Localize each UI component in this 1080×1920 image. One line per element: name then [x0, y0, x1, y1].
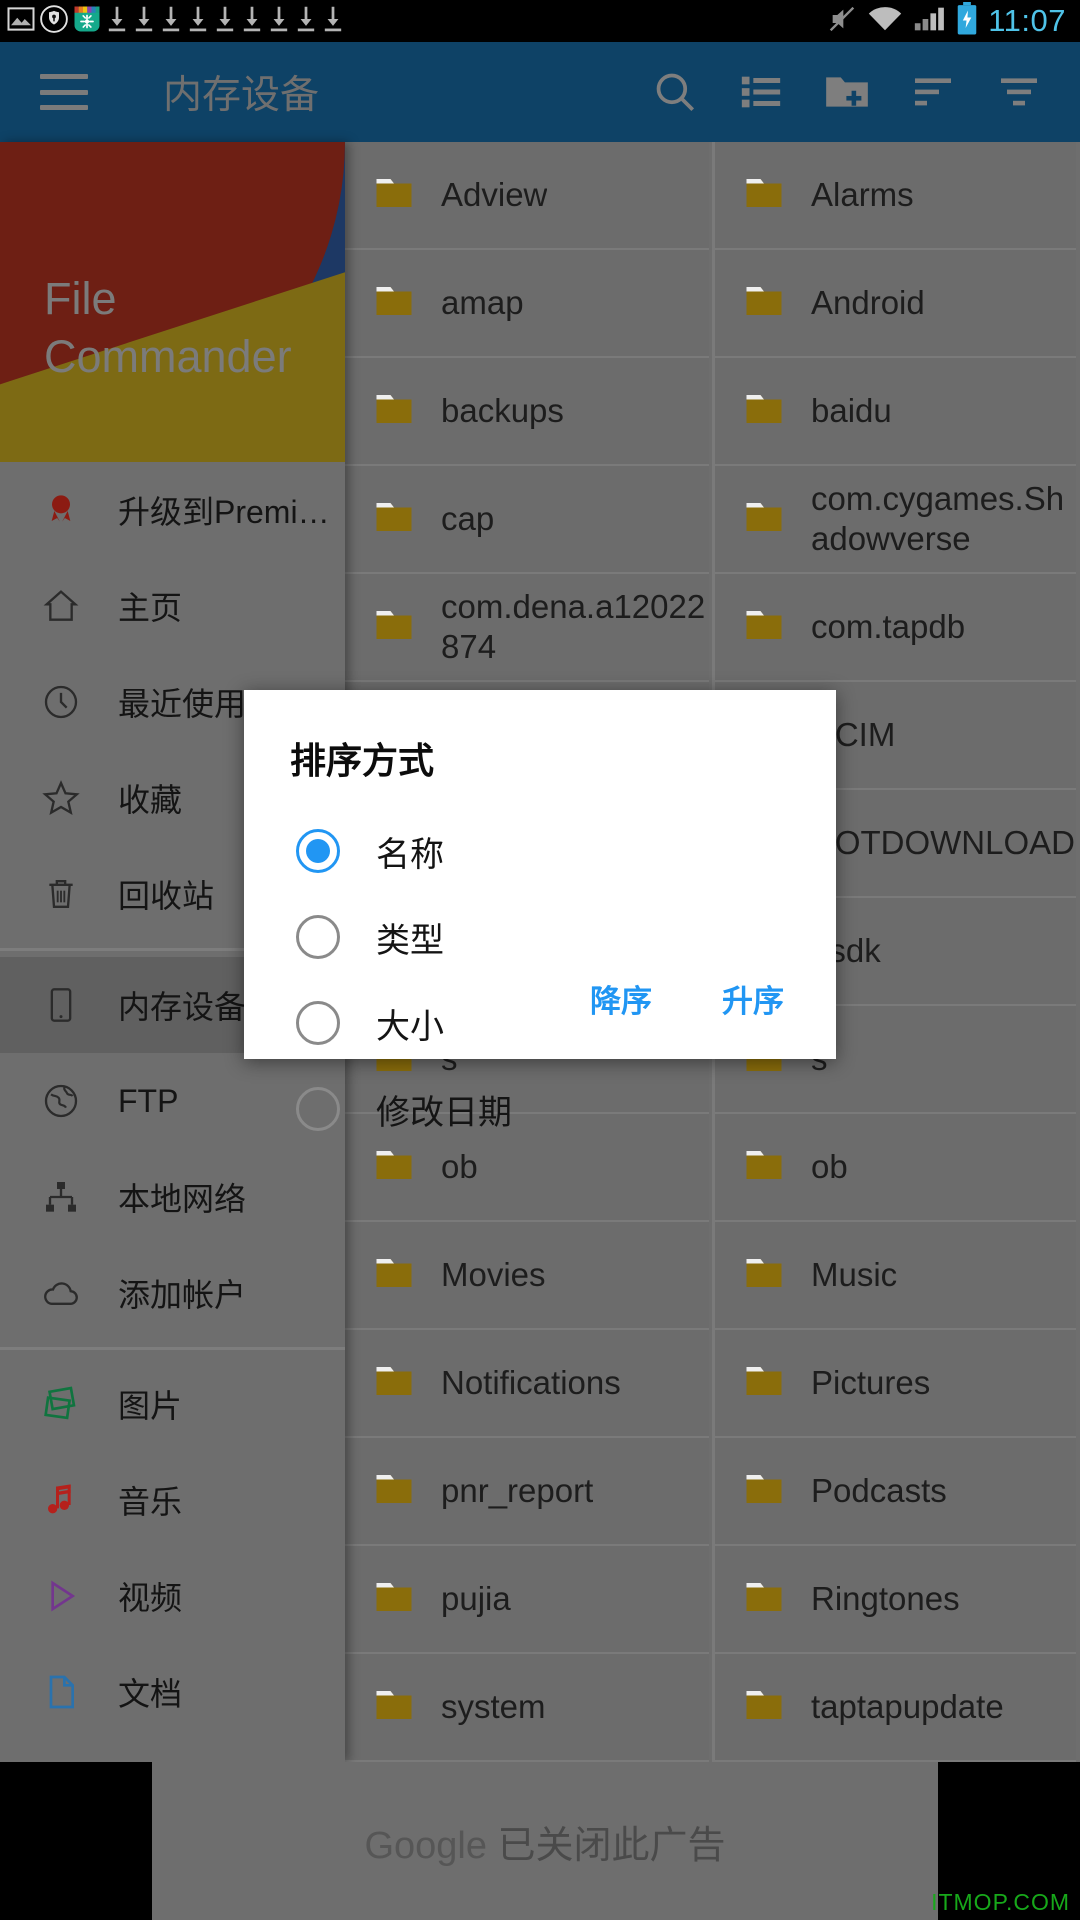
sort-ascending-button[interactable]: 升序 [700, 962, 806, 1035]
download-icon [186, 4, 210, 39]
radio-button[interactable] [296, 829, 340, 873]
status-bar: 11:07 [0, 0, 1080, 42]
download-icon [267, 4, 291, 39]
wifi-icon [867, 3, 903, 40]
radio-button[interactable] [296, 1001, 340, 1045]
radio-label: 名称 [376, 835, 444, 874]
download-icon [294, 4, 318, 39]
sort-descending-button[interactable]: 降序 [568, 962, 674, 1035]
dialog-actions: 降序 升序 [568, 962, 806, 1035]
dialog-title: 排序方式 [290, 740, 435, 781]
download-icon [159, 4, 183, 39]
radio-option-modified-date[interactable]: 修改日期 [244, 1066, 836, 1152]
status-bar-clock: 11:07 [988, 3, 1066, 38]
download-icon [132, 4, 156, 39]
radio-label: 类型 [376, 921, 444, 960]
radio-label: 大小 [376, 1007, 444, 1046]
battery-charging-icon [955, 1, 979, 41]
signal-icon [912, 3, 946, 40]
download-icon [105, 4, 129, 39]
radio-button[interactable] [296, 915, 340, 959]
download-icon [321, 4, 345, 39]
ad-banner[interactable]: Google 已关闭此广告 [152, 1762, 938, 1920]
radio-button[interactable] [296, 1087, 340, 1131]
sort-dialog: 排序方式 名称 类型 大小 修改日期 降序 升序 [244, 690, 836, 1132]
status-bar-right-icons: 11:07 [826, 1, 1080, 41]
ad-message: 已关闭此广告 [497, 1824, 726, 1867]
mute-icon [826, 3, 858, 40]
screen-root: 11:07 内存设备 Adview Alarms amap Android ba… [0, 0, 1080, 1920]
image-icon [6, 4, 36, 39]
download-icon [213, 4, 237, 39]
ad-brand: Google [364, 1824, 487, 1867]
ad-banner-text: Google 已关闭此广告 [364, 1814, 725, 1869]
radio-option-name[interactable]: 名称 [244, 808, 836, 894]
status-bar-left-icons [0, 4, 826, 39]
watermark: ITMOP.COM [931, 1889, 1070, 1915]
download-icon [240, 4, 264, 39]
app-icon [72, 4, 102, 39]
shield-key-icon [39, 4, 69, 39]
radio-label: 修改日期 [376, 1093, 512, 1132]
